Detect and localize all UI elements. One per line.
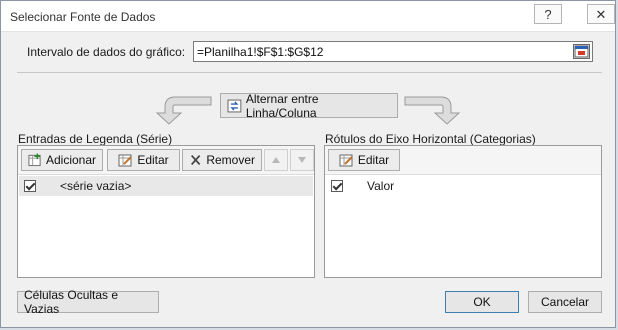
range-input[interactable] [194,42,554,62]
remove-icon [191,154,201,166]
collapse-dialog-icon[interactable] [573,44,590,59]
ok-button[interactable]: OK [445,291,519,313]
cancel-button[interactable]: Cancelar [528,291,602,313]
add-series-label: Adicionar [45,153,96,167]
legend-title: Entradas de Legenda (Série) [18,132,173,146]
list-item[interactable]: Valor [326,176,600,196]
close-button[interactable]: ✕ [587,4,615,24]
remove-series-button[interactable]: Remover [182,149,262,171]
arrow-left-down-icon [155,96,212,125]
select-data-source-dialog: Selecionar Fonte de Dados ? ✕ Intervalo … [0,0,616,328]
switch-row-column-button[interactable]: Alternar entre Linha/Coluna [220,91,398,120]
edit-series-button[interactable]: Editar [107,149,180,171]
edit-icon [118,154,133,167]
edit-axis-labels-button[interactable]: Editar [328,149,400,171]
series-label: <série vazia> [60,179,132,193]
add-icon [28,153,41,167]
list-item[interactable]: <série vazia> [19,176,313,196]
move-up-icon [272,157,280,163]
remove-series-label: Remover [206,153,255,167]
edit-icon [339,154,353,167]
move-up-button[interactable] [264,149,288,171]
hidden-empty-cells-button[interactable]: Células Ocultas e Vazias [17,288,159,316]
edit-series-label: Editar [137,153,169,167]
axis-title: Rótulos do Eixo Horizontal (Categorias) [325,132,536,146]
switch-icon [227,99,242,112]
title-bar: Selecionar Fonte de Dados ? ✕ [1,1,615,32]
legend-entries-panel: Adicionar Editar Remover <série vazia> [17,145,315,278]
move-down-button[interactable] [290,149,314,171]
switch-row-column-label: Alternar entre Linha/Coluna [245,91,319,120]
series-checkbox[interactable] [24,180,36,192]
axis-labels-panel: Editar Valor [324,145,602,278]
separator [17,72,602,73]
category-checkbox[interactable] [331,180,343,192]
axis-toolbar: Editar [325,146,601,175]
help-button[interactable]: ? [534,4,562,24]
range-field[interactable] [193,41,593,62]
range-label: Intervalo de dados do gráfico: [27,45,186,59]
dialog-title: Selecionar Fonte de Dados [10,10,156,24]
category-label: Valor [367,179,395,193]
add-series-button[interactable]: Adicionar [21,149,103,171]
edit-axis-labels-label: Editar [357,153,390,167]
legend-toolbar: Adicionar Editar Remover [18,146,314,175]
arrow-right-down-icon [404,96,461,125]
move-down-icon [298,157,306,163]
